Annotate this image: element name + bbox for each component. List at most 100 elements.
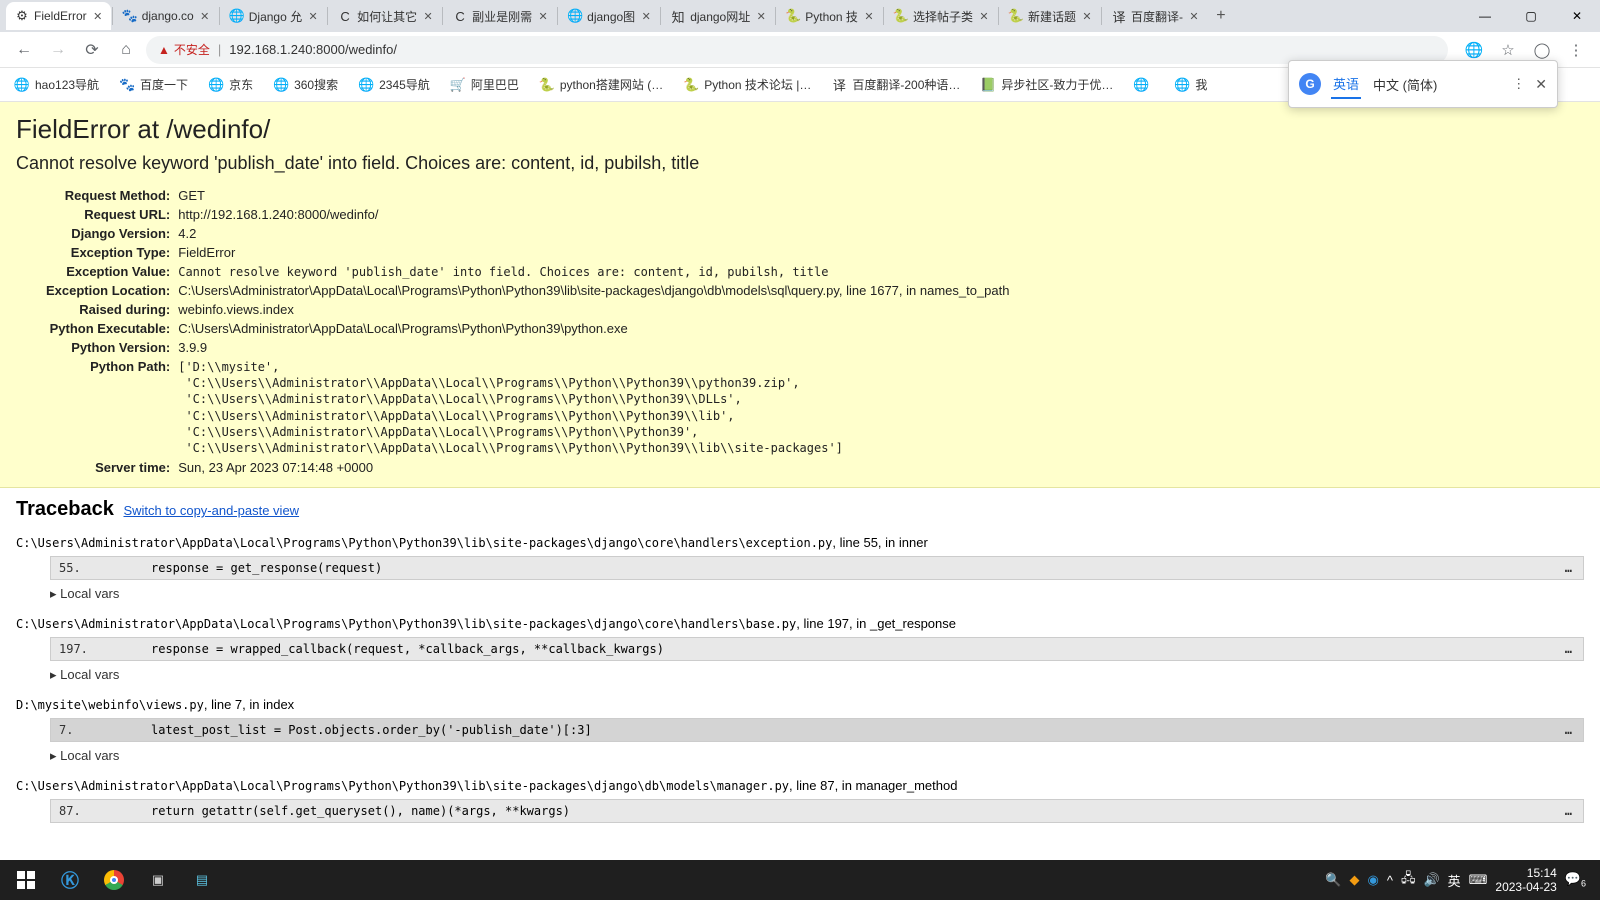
home-button[interactable]: ⌂ — [112, 36, 140, 64]
bookmark-favicon-icon: 🐍 — [539, 77, 555, 93]
translate-close-icon[interactable]: ✕ — [1535, 76, 1547, 93]
taskbar-app-window[interactable]: ▤ — [180, 860, 224, 900]
reload-button[interactable]: ⟳ — [78, 36, 106, 64]
traceback-frame: C:\Users\Administrator\AppData\Local\Pro… — [16, 778, 1584, 823]
code-context[interactable]: 197. response = wrapped_callback(request… — [50, 637, 1584, 661]
tray-volume-icon[interactable]: 🔊 — [1423, 872, 1439, 888]
translate-lang-chinese[interactable]: 中文 (简体) — [1371, 71, 1439, 98]
tab-close-icon[interactable]: ✕ — [536, 9, 550, 23]
bookmark-favicon-icon: 🐾 — [119, 77, 135, 93]
meta-value: 3.9.9 — [178, 338, 1009, 357]
tray-icon-1[interactable]: ◆ — [1349, 872, 1359, 888]
new-tab-button[interactable]: + — [1207, 2, 1235, 30]
tab-close-icon[interactable]: ✕ — [91, 9, 105, 23]
bookmark-item[interactable]: 🐍python搭建网站 (… — [531, 72, 671, 97]
expand-context-icon[interactable]: … — [1565, 642, 1583, 656]
tab-favicon-icon: 🐍 — [893, 8, 909, 24]
tab-favicon-icon: 🐍 — [1008, 8, 1024, 24]
tab-favicon-icon: C — [337, 8, 353, 24]
browser-tab[interactable]: 🌐django图✕ — [559, 2, 659, 30]
tab-favicon-icon: 🐍 — [785, 8, 801, 24]
tab-close-icon[interactable]: ✕ — [421, 9, 435, 23]
expand-context-icon[interactable]: … — [1565, 804, 1583, 818]
bookmark-item[interactable]: 📗异步社区-致力于优… — [972, 72, 1121, 97]
back-button[interactable]: ← — [10, 36, 38, 64]
browser-tab[interactable]: 🌐Django 允✕ — [221, 2, 326, 30]
browser-tab[interactable]: ⚙FieldError✕ — [6, 2, 111, 30]
bookmark-item[interactable]: 🛒阿里巴巴 — [442, 72, 527, 97]
browser-tab[interactable]: 🐍Python 技✕ — [777, 2, 882, 30]
bookmark-item[interactable]: 🌐360搜索 — [265, 72, 346, 97]
tab-close-icon[interactable]: ✕ — [862, 9, 876, 23]
tab-title: FieldError — [34, 9, 87, 23]
tab-close-icon[interactable]: ✕ — [639, 9, 653, 23]
translate-lang-english[interactable]: 英语 — [1331, 70, 1361, 99]
taskbar-app-k[interactable]: Ⓚ — [48, 860, 92, 900]
tab-close-icon[interactable]: ✕ — [198, 9, 212, 23]
browser-tab[interactable]: 🐾django.co✕ — [114, 2, 218, 30]
tab-close-icon[interactable]: ✕ — [306, 9, 320, 23]
browser-tab[interactable]: C副业是刚需✕ — [444, 2, 556, 30]
local-vars-toggle[interactable]: Local vars — [50, 586, 1584, 602]
window-controls: — ▢ ✕ — [1462, 0, 1600, 32]
bookmark-item[interactable]: 译百度翻译-200种语… — [823, 72, 968, 97]
tray-search-icon[interactable]: 🔍 — [1325, 872, 1341, 888]
minimize-button[interactable]: — — [1462, 0, 1508, 32]
expand-context-icon[interactable]: … — [1565, 723, 1583, 737]
bookmark-item[interactable]: 🌐我 — [1166, 72, 1215, 97]
maximize-button[interactable]: ▢ — [1508, 0, 1554, 32]
address-input[interactable]: ▲ 不安全 | 192.168.1.240:8000/wedinfo/ — [146, 36, 1448, 64]
code-context[interactable]: 7. latest_post_list = Post.objects.order… — [50, 718, 1584, 742]
tray-notification-icon[interactable]: 💬6 — [1565, 871, 1586, 889]
local-vars-toggle[interactable]: Local vars — [50, 748, 1584, 764]
code-context[interactable]: 55. response = get_response(request)… — [50, 556, 1584, 580]
tab-close-icon[interactable]: ✕ — [754, 9, 768, 23]
bookmark-item[interactable]: 🌐京东 — [200, 72, 261, 97]
taskbar-app-chrome[interactable] — [92, 860, 136, 900]
tab-close-icon[interactable]: ✕ — [1187, 9, 1201, 23]
switch-view-link[interactable]: Switch to copy-and-paste view — [123, 503, 299, 518]
meta-value: http://192.168.1.240:8000/wedinfo/ — [178, 205, 1009, 224]
taskbar-app-terminal[interactable]: ▣ — [136, 860, 180, 900]
translate-menu-icon[interactable]: ⋮ — [1512, 76, 1525, 92]
start-button[interactable] — [4, 860, 48, 900]
tray-chevron-up-icon[interactable]: ^ — [1387, 873, 1393, 888]
meta-value: GET — [178, 186, 1009, 205]
tab-strip: ⚙FieldError✕🐾django.co✕🌐Django 允✕C如何让其它✕… — [0, 0, 1600, 32]
browser-tab[interactable]: C如何让其它✕ — [329, 2, 441, 30]
close-window-button[interactable]: ✕ — [1554, 0, 1600, 32]
bookmark-item[interactable]: 🐾百度一下 — [111, 72, 196, 97]
meta-label: Python Executable: — [46, 319, 178, 338]
bookmark-favicon-icon: 🌐 — [273, 77, 289, 93]
meta-value: Cannot resolve keyword 'publish_date' in… — [178, 262, 1009, 281]
tray-ime-icon[interactable]: ⌨ — [1469, 872, 1488, 888]
bookmark-item[interactable]: 🐍Python 技术论坛 |… — [675, 72, 819, 97]
bookmark-item[interactable]: 🌐hao123导航 — [6, 72, 107, 97]
tray-icon-2[interactable]: ◉ — [1367, 872, 1378, 888]
bookmark-favicon-icon: 🌐 — [1174, 77, 1190, 93]
bookmark-label: 阿里巴巴 — [471, 76, 519, 93]
bookmark-item[interactable]: 🌐 — [1125, 73, 1162, 97]
tab-close-icon[interactable]: ✕ — [977, 9, 991, 23]
browser-tab[interactable]: 🐍新建话题✕ — [1000, 2, 1100, 30]
local-vars-toggle[interactable]: Local vars — [50, 667, 1584, 683]
forward-button[interactable]: → — [44, 36, 72, 64]
bookmark-favicon-icon: 译 — [831, 77, 847, 93]
meta-value: C:\Users\Administrator\AppData\Local\Pro… — [178, 319, 1009, 338]
meta-label: Python Version: — [46, 338, 178, 357]
bookmark-item[interactable]: 🌐2345导航 — [350, 72, 438, 97]
browser-tab[interactable]: 知django网址✕ — [662, 2, 774, 30]
code-context[interactable]: 87. return getattr(self.get_queryset(), … — [50, 799, 1584, 823]
bookmark-label: Python 技术论坛 |… — [704, 76, 811, 93]
meta-label: Exception Location: — [46, 281, 178, 300]
chrome-menu-icon[interactable]: ⋮ — [1562, 36, 1590, 64]
browser-tab[interactable]: 🐍选择帖子类✕ — [885, 2, 997, 30]
tray-ime-indicator[interactable]: 英 — [1448, 871, 1461, 890]
browser-tab[interactable]: 译百度翻译-✕ — [1103, 2, 1207, 30]
meta-value: FieldError — [178, 243, 1009, 262]
tab-close-icon[interactable]: ✕ — [1080, 9, 1094, 23]
tab-favicon-icon: C — [452, 8, 468, 24]
taskbar-clock[interactable]: 15:14 2023-04-23 — [1495, 866, 1556, 895]
expand-context-icon[interactable]: … — [1565, 561, 1583, 575]
tray-network-icon[interactable]: 🖧 — [1401, 869, 1416, 891]
